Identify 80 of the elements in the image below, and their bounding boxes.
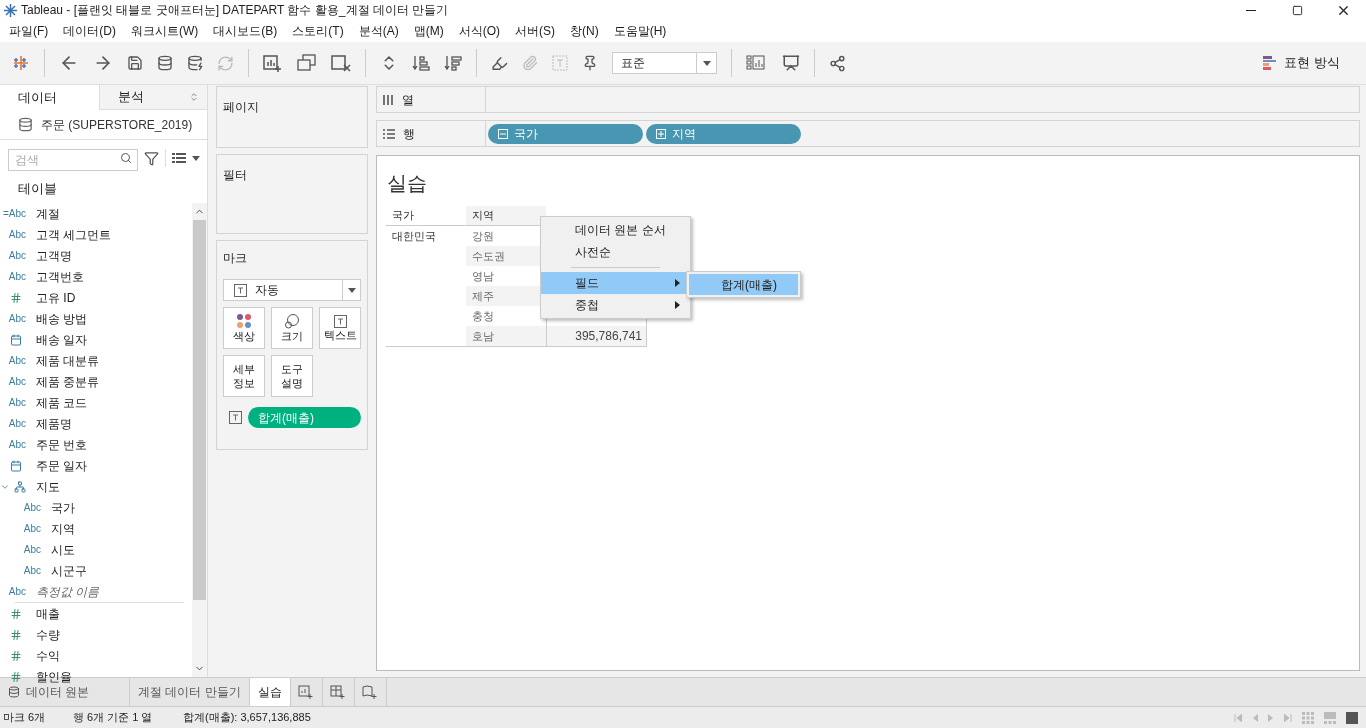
string-type-icon: Abc: [8, 250, 26, 261]
field-name[interactable]: 지역: [51, 519, 75, 538]
string-type-icon: Abc: [23, 523, 41, 534]
fit-dropdown[interactable]: 표준: [612, 52, 717, 74]
calculated-string-icon: =Abc: [2, 208, 26, 219]
field-name[interactable]: 국가: [51, 498, 75, 517]
menu-item[interactable]: 창(N): [564, 22, 605, 40]
field-name[interactable]: 고객명: [36, 246, 72, 265]
table-cell: 호남: [466, 326, 546, 346]
filters-card: 필터: [216, 154, 368, 234]
mark-property-button[interactable]: 세부 정보: [223, 355, 265, 397]
field-name[interactable]: 수익: [36, 646, 60, 665]
pages-card: 페이지: [216, 86, 368, 148]
mark-property-button[interactable]: 색상: [223, 307, 265, 349]
table-cell-text: 영남: [471, 268, 495, 284]
string-type-icon: Abc: [8, 376, 26, 387]
table-cell-text: 대한민국: [391, 228, 437, 244]
status-text: 행 6개 기준 1 열: [72, 710, 154, 726]
field-name[interactable]: 주문 일자: [36, 456, 88, 475]
field-name[interactable]: 제품 코드: [36, 393, 88, 412]
field-name[interactable]: 수량: [36, 625, 60, 644]
string-type-icon: Abc: [8, 271, 26, 282]
table-cell-text: 충청: [471, 308, 495, 324]
column-header: 지역: [466, 206, 546, 225]
string-type-icon: Abc: [8, 355, 26, 366]
marks-card-title: 마크: [223, 250, 248, 267]
string-type-icon: Abc: [23, 544, 41, 555]
menu-item[interactable]: 파일(F): [3, 22, 55, 40]
section-heading: 테이블: [18, 179, 57, 198]
menu-item[interactable]: 맵(M): [407, 22, 450, 40]
string-type-icon: Abc: [8, 418, 26, 429]
string-type-icon: Abc: [23, 565, 41, 576]
field-name[interactable]: 제품 중분류: [36, 372, 100, 391]
field-name[interactable]: 배송 방법: [36, 309, 88, 328]
string-type-icon: Abc: [8, 313, 26, 324]
menu-item[interactable]: 스토리(T): [286, 22, 350, 40]
menu-item[interactable]: 서버(S): [509, 22, 561, 40]
window-title: Tableau - [플랜잇 태블로 굿애프터눈] DATEPART 함수 활용_계절 데이터 만들기: [21, 2, 449, 19]
field-name[interactable]: 배송 일자: [36, 330, 88, 349]
field-name[interactable]: 계절: [36, 204, 60, 223]
sheet-tab[interactable]: 실습: [249, 678, 291, 706]
field-name[interactable]: 시도: [51, 540, 75, 559]
show-me-button[interactable]: 표현 방식: [1263, 53, 1340, 73]
string-type-icon: Abc: [8, 229, 26, 240]
shelf-label: 열: [376, 86, 486, 113]
string-type-icon: Abc: [8, 439, 26, 450]
field-name[interactable]: 고객 세그먼트: [36, 225, 112, 244]
field-name[interactable]: 제품명: [36, 414, 72, 433]
field-name[interactable]: 주문 번호: [36, 435, 88, 454]
mark-property-button[interactable]: 도구 설명: [271, 355, 313, 397]
shelf-label: 행: [376, 120, 486, 147]
field-name[interactable]: 제품 대분류: [36, 351, 100, 370]
mark-type-dropdown[interactable]: 자동: [223, 279, 361, 301]
column-header: 국가: [391, 207, 415, 223]
menu-item[interactable]: 대시보드(B): [207, 22, 284, 40]
datasource-name[interactable]: 주문 (SUPERSTORE_2019): [41, 115, 193, 134]
menu-item[interactable]: 도움말(H): [607, 22, 673, 40]
submenu-item[interactable]: 합계(매출): [689, 274, 798, 295]
menu-item[interactable]: 워크시트(W): [125, 22, 205, 40]
field-name[interactable]: 고객번호: [36, 267, 84, 286]
menu-item[interactable]: 서식(O): [452, 22, 506, 40]
status-text: 합계(매출): 3,657,136,885: [182, 710, 311, 726]
sheet-title: 실습: [387, 172, 427, 194]
search-field[interactable]: 검색: [8, 149, 138, 171]
status-text: 마크 6개: [2, 710, 47, 726]
menu-item[interactable]: 데이터(D): [57, 22, 122, 40]
menu-item[interactable]: 분석(A): [352, 22, 405, 40]
string-type-icon: Abc: [23, 502, 41, 513]
field-name[interactable]: 시군구: [51, 561, 87, 580]
string-type-icon: Abc: [8, 397, 26, 408]
field-name[interactable]: 측정값 이름: [36, 582, 100, 601]
field-name[interactable]: 지도: [36, 477, 60, 496]
string-type-icon: Abc: [8, 586, 26, 597]
field-name[interactable]: 매출: [36, 604, 60, 623]
mark-property-button[interactable]: 텍스트: [319, 307, 361, 349]
pane-tab[interactable]: 분석: [99, 85, 207, 110]
table-cell: 395,786,741: [546, 326, 647, 346]
table-cell-text: 강원: [471, 228, 495, 244]
field-name[interactable]: 고유 ID: [36, 288, 76, 307]
mark-property-button[interactable]: 크기: [271, 307, 313, 349]
